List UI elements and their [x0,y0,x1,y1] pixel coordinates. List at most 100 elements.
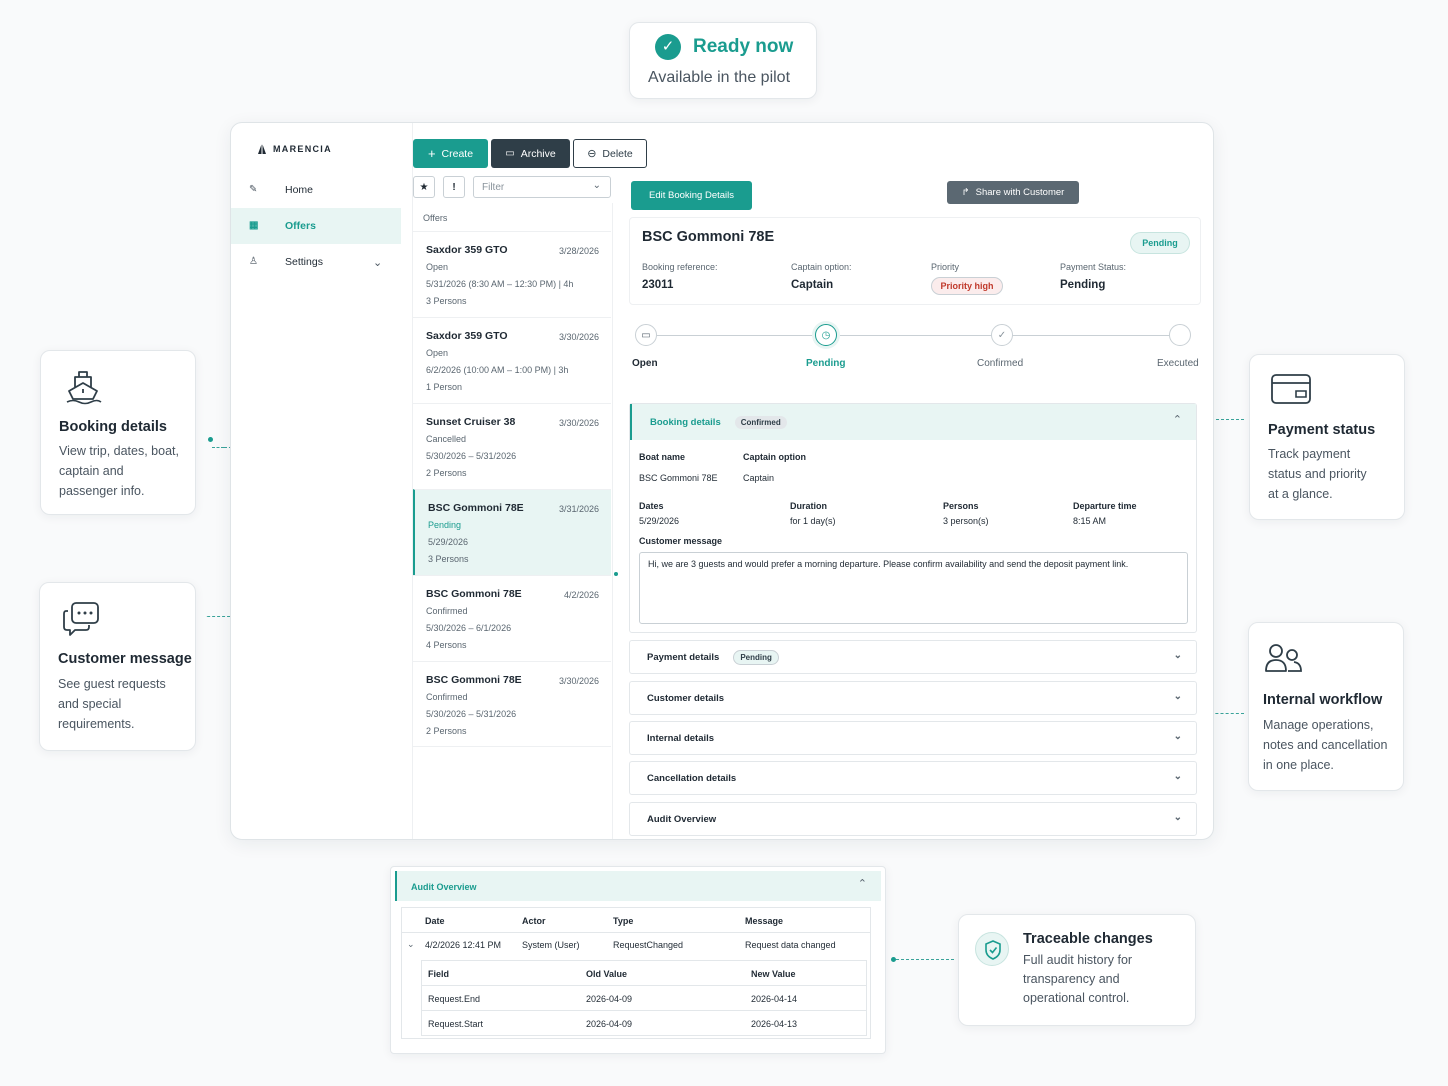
filter-select[interactable]: Filter ⌄ [473,176,611,198]
captain-label: Captain option: [791,262,852,272]
feature-card-booking: Booking details View trip, dates, boat, c… [40,350,196,515]
section-tag: Pending [733,649,779,665]
col-header-field: Field [428,969,450,979]
connector-line [896,959,954,960]
list-header: Offers [423,213,448,223]
audit-header[interactable]: Audit Overview ⌃ [395,871,881,901]
edit-icon: ✎ [249,184,258,195]
sidebar-item-home[interactable]: ✎ Home [231,172,401,208]
feature-title: Internal workflow [1263,692,1383,708]
priority-badge: Priority high [931,277,1003,295]
captain-option-label: Captain option [743,452,806,462]
payment-value: Pending [1060,279,1106,291]
sidebar-item-offers[interactable]: ▦ Offers [231,208,401,244]
feature-card-trace: Traceable changes Full audit history for… [958,914,1196,1026]
chevron-down-icon: ⌄ [1173,812,1182,823]
audit-cell: RequestChanged [613,940,684,950]
priority-filter-button[interactable]: ! [443,176,465,198]
status-badge: Pending [1130,232,1190,254]
chevron-down-icon: ⌄ [1173,771,1182,782]
audit-cell: 2026-04-14 [751,994,798,1004]
delete-button[interactable]: ⊖ Delete [573,139,647,168]
audit-cell: System (User) [522,940,580,950]
connector-line [212,440,224,448]
step-label: Confirmed [977,358,1024,369]
audit-cell: 4/2/2026 12:41 PM [425,940,502,950]
app-window: MARENCIA ✎ Home ▦ Offers ♙ Settings ⌄ + C… [230,122,1214,840]
boat-value: BSC Gommoni 78E [639,473,718,483]
brand-name: MARENCIA [273,144,332,154]
section-payment-details[interactable]: Payment details Pending ⌄ [629,640,1197,674]
feature-title: Booking details [59,419,167,435]
section-cancellation-details[interactable]: Cancellation details ⌄ [629,761,1197,795]
exclamation-icon: ! [452,181,456,193]
col-header-old: Old Value [586,969,628,979]
star-icon: ★ [419,181,429,193]
duration-label: Duration [790,501,827,511]
audit-table: Date Actor Type Message ⌄ 4/2/2026 12:41… [401,907,871,1039]
check-step-icon: ✓ [991,324,1013,346]
departure-value: 8:15 AM [1073,516,1107,526]
sidebar-item-label: Settings [285,256,323,268]
customer-message-label: Customer message [639,536,723,546]
audit-subtable: Field Old Value New Value Request.End 20… [421,960,867,1036]
chevron-down-icon[interactable]: ⌄ [373,256,382,269]
offer-item[interactable]: BSC Gommoni 78E 4/2/2026 Confirmed 5/30/20… [413,575,611,661]
chevron-down-icon: ⌄ [1173,691,1182,702]
section-internal-details[interactable]: Internal details ⌄ [629,721,1197,755]
check-circle-icon: ✓ [655,34,681,60]
wallet-icon [1271,374,1311,404]
audit-cell: 2026-04-13 [751,1019,798,1029]
feature-title: Traceable changes [1023,931,1153,947]
feature-card-message: Customer message See guest requests and s… [39,582,196,751]
minus-circle-icon: ⊖ [587,148,597,160]
folder-step-icon: ▭ [635,324,657,346]
divider [422,1010,866,1011]
offer-item[interactable]: Saxdor 359 GTO 3/30/2026 Open 6/2/2026 (10… [413,317,611,403]
captain-option-value: Captain [743,473,775,483]
col-header-new: New Value [751,969,796,979]
chevron-up-icon[interactable]: ⌃ [858,877,867,890]
col-header-message: Message [745,916,784,926]
ready-title: Ready now [693,36,794,57]
feature-desc: See guest requests and special requirement… [58,677,166,731]
ref-value: 23011 [642,279,674,291]
section-customer-details[interactable]: Customer details ⌄ [629,681,1197,715]
offer-item-selected[interactable]: BSC Gommoni 78E 3/31/2026 Pending 5/29/202… [413,489,611,575]
brand-logo: MARENCIA [257,143,332,155]
offer-item[interactable]: Sunset Cruiser 38 3/30/2026 Cancelled 5/30… [413,403,611,489]
dates-label: Dates [639,501,664,511]
edit-booking-button[interactable]: Edit Booking Details [631,181,752,210]
priority-label: Priority [931,262,960,272]
feature-desc: Track payment status and priority at a gla… [1268,447,1367,501]
boat-label: Boat name [639,452,686,462]
departure-label: Departure time [1073,501,1137,511]
divider [422,985,866,986]
offer-item[interactable]: Saxdor 359 GTO 3/28/2026 Open 5/31/2026 (8… [413,231,611,317]
duration-value: for 1 day(s) [790,516,836,526]
create-button[interactable]: + Create [413,139,488,168]
offer-item[interactable]: BSC Gommoni 78E 3/30/2026 Confirmed 5/30/2… [413,661,611,747]
share-icon: ↱ [961,187,970,198]
chevron-down-icon: ⌄ [1173,650,1182,661]
sidebar-item-settings[interactable]: ♙ Settings ⌄ [231,244,401,280]
divider [402,932,870,933]
col-header-actor: Actor [522,916,546,926]
booking-details-section: Booking details Confirmed ⌃ Boat name BS… [629,403,1197,633]
section-title: Booking details [650,416,721,428]
archive-button[interactable]: ▭ Archive [491,139,570,168]
customer-message-textarea[interactable]: Hi, we are 3 guests and would prefer a m… [639,552,1188,624]
dates-value: 5/29/2026 [639,516,680,526]
ready-subtitle: Available in the pilot [648,69,791,86]
shield-check-icon [975,932,1009,966]
share-customer-button[interactable]: ↱ Share with Customer [947,181,1079,204]
section-audit-overview[interactable]: Audit Overview ⌄ [629,802,1197,836]
feature-desc: Manage operations, notes and cancellation… [1263,718,1388,772]
col-header-type: Type [613,916,634,926]
star-filter-button[interactable]: ★ [413,176,435,198]
sail-logo-icon [258,143,266,154]
chevron-down-icon[interactable]: ⌄ [407,939,415,950]
chevron-up-icon[interactable]: ⌃ [1173,413,1182,426]
section-header[interactable]: Booking details Confirmed ⌃ [630,404,1196,440]
folder-icon: ▭ [505,148,515,159]
